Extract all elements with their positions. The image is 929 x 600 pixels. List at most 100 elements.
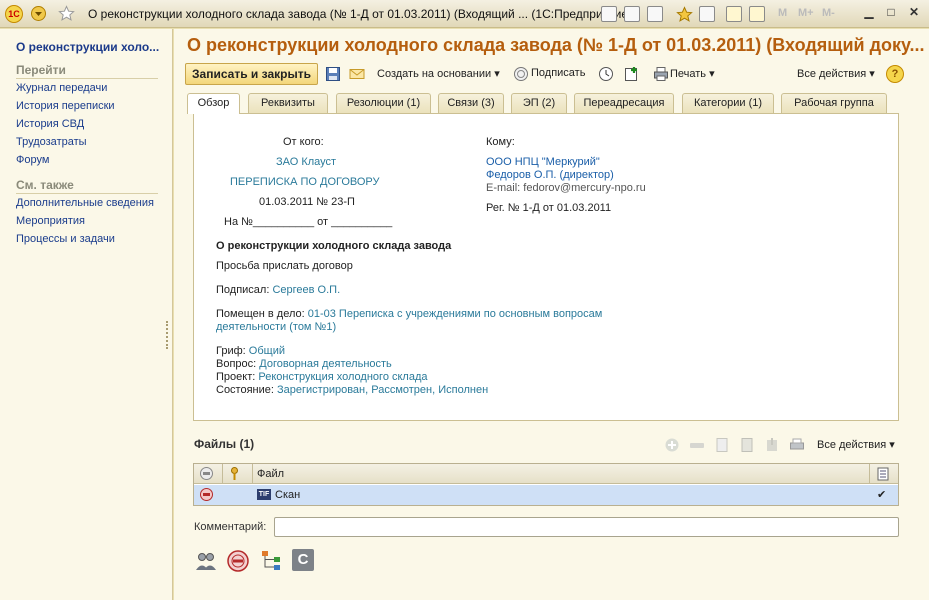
create-based-on-label: Создать на основании (377, 68, 492, 80)
open-file-icon[interactable] (714, 437, 730, 453)
files-all-actions-button[interactable]: Все действия ▾ (817, 438, 895, 451)
app-logo-icon[interactable]: 1С (5, 5, 23, 23)
window-titlebar: 1С О реконструкции холодного склада заво… (0, 0, 929, 28)
stamp-field: Гриф: Общий (216, 345, 285, 357)
overview-panel: От кого: ЗАО Клауст ПЕРЕПИСКА ПО ДОГОВОР… (193, 113, 899, 421)
to-org-link[interactable]: ООО НПЦ "Меркурий" (486, 156, 600, 168)
tif-file-icon: TIF (257, 489, 271, 500)
c-letter-icon[interactable]: C (292, 549, 314, 571)
nav-link-svd-history[interactable]: История СВД (16, 118, 84, 130)
save-window-icon[interactable] (601, 6, 617, 22)
nav-link-forum[interactable]: Форум (16, 154, 49, 166)
mail-icon[interactable] (349, 66, 365, 82)
all-actions-label: Все действия (797, 68, 867, 80)
column-divider (252, 464, 253, 484)
tab-digital-signatures[interactable]: ЭП (2) (511, 93, 567, 113)
memory-m-label[interactable]: M (778, 7, 787, 19)
chevron-down-icon: ▾ (869, 68, 875, 80)
document-form: О реконструкции холодного склада завода … (174, 29, 929, 600)
nav-panel-title[interactable]: О реконструкции холо... (16, 40, 159, 54)
save-close-button[interactable]: Записать и закрыть (185, 63, 318, 85)
sign-icon[interactable] (513, 66, 529, 82)
nav-link-additional-info[interactable]: Дополнительные сведения (16, 197, 154, 209)
printer-icon[interactable] (653, 66, 669, 82)
save-file-icon[interactable] (764, 437, 780, 453)
star-icon[interactable] (58, 5, 75, 22)
calendar-icon[interactable] (749, 6, 765, 22)
to-person-link[interactable]: Федоров О.П. (директор) (486, 169, 614, 181)
project-field: Проект: Реконструкция холодного склада (216, 371, 428, 383)
print-button[interactable]: Печать ▾ (670, 67, 715, 80)
favorite-add-icon[interactable] (676, 6, 693, 23)
key-icon[interactable] (227, 466, 242, 481)
nav-link-correspondence-history[interactable]: История переписки (16, 100, 115, 112)
memory-mplus-label[interactable]: M+ (798, 7, 814, 19)
menu-dropdown-icon[interactable] (30, 5, 47, 22)
nav-section-see-also: См. также (16, 178, 158, 194)
file-link-continued[interactable]: деятельности (том №1) (216, 321, 336, 333)
comment-field[interactable] (274, 517, 899, 537)
navigation-panel: О реконструкции холо... Перейти Журнал п… (0, 29, 173, 600)
help-icon[interactable]: ? (886, 65, 904, 83)
table-row[interactable]: TIF Скан ✔ (194, 485, 898, 505)
tab-overview[interactable]: Обзор (187, 93, 240, 114)
from-org-link[interactable]: ЗАО Клауст (276, 156, 336, 168)
tab-resolutions[interactable]: Резолюции (1) (336, 93, 431, 113)
close-icon[interactable]: ✕ (905, 5, 923, 21)
panel-splitter[interactable] (166, 321, 169, 349)
maximize-icon[interactable]: □ (882, 5, 900, 21)
from-label: От кого: (283, 136, 324, 148)
print-label: Печать (670, 68, 707, 80)
reg-number: Рег. № 1-Д от 01.03.2011 (486, 202, 612, 214)
signed-link[interactable]: Сергеев О.П. (272, 284, 340, 296)
memory-mminus-label[interactable]: M- (822, 7, 835, 19)
column-file-header[interactable]: Файл (257, 468, 284, 480)
nav-link-transfer-log[interactable]: Журнал передачи (16, 82, 107, 94)
edit-file-icon[interactable] (739, 437, 755, 453)
tab-links[interactable]: Связи (3) (438, 93, 504, 113)
question-link[interactable]: Договорная деятельность (259, 358, 392, 370)
window-title: О реконструкции холодного склада завода … (88, 7, 633, 21)
create-based-on-button[interactable]: Создать на основании ▾ (377, 67, 500, 80)
nav-section-goto: Перейти (16, 63, 158, 79)
status-column-icon[interactable] (199, 466, 214, 481)
bookmark-icon[interactable] (699, 6, 715, 22)
to-label: Кому: (486, 136, 515, 148)
file-name[interactable]: Скан (275, 489, 300, 501)
checkmark-icon[interactable]: ✔ (877, 488, 886, 501)
state-link[interactable]: Зарегистрирован, Рассмотрен, Исполнен (277, 384, 488, 396)
print-window-icon[interactable] (624, 6, 640, 22)
tab-redirection[interactable]: Переадресация (574, 93, 674, 113)
all-actions-button[interactable]: Все действия ▾ (797, 67, 875, 80)
from-regdate: 01.03.2011 № 23-П (259, 196, 355, 208)
checklist-icon[interactable] (876, 467, 890, 481)
project-link[interactable]: Реконструкция холодного склада (258, 371, 427, 383)
minimize-icon[interactable]: ▁ (860, 5, 878, 21)
nav-link-labor-costs[interactable]: Трудозатраты (16, 136, 87, 148)
add-task-icon[interactable] (624, 66, 640, 82)
from-correspondence-link[interactable]: ПЕРЕПИСКА ПО ДОГОВОРУ (230, 176, 380, 188)
scanner-icon[interactable] (689, 437, 705, 453)
file-link[interactable]: 01-03 Переписка с учреждениями по основн… (308, 308, 603, 320)
add-file-icon[interactable] (664, 437, 680, 453)
page-title: О реконструкции холодного склада завода … (187, 35, 925, 55)
tab-work-group[interactable]: Рабочая группа (781, 93, 887, 113)
preview-icon[interactable] (647, 6, 663, 22)
users-icon[interactable] (194, 549, 218, 573)
tab-categories[interactable]: Категории (1) (682, 93, 774, 113)
sign-button[interactable]: Подписать (531, 67, 585, 79)
save-icon[interactable] (325, 66, 341, 82)
print-file-icon[interactable] (789, 437, 805, 453)
files-table-header: Файл (194, 464, 898, 484)
stamp-link[interactable]: Общий (249, 345, 285, 357)
comment-label: Комментарий: (194, 521, 267, 533)
clock-icon[interactable] (598, 66, 614, 82)
chevron-down-icon: ▾ (494, 68, 500, 80)
locked-circle-icon[interactable] (226, 549, 250, 573)
nav-link-events[interactable]: Мероприятия (16, 215, 85, 227)
nav-link-processes-tasks[interactable]: Процессы и задачи (16, 233, 115, 245)
calculator-icon[interactable] (726, 6, 742, 22)
signed-field: Подписал: Сергеев О.П. (216, 284, 340, 296)
hierarchy-icon[interactable] (260, 549, 284, 573)
tab-details[interactable]: Реквизиты (248, 93, 328, 113)
